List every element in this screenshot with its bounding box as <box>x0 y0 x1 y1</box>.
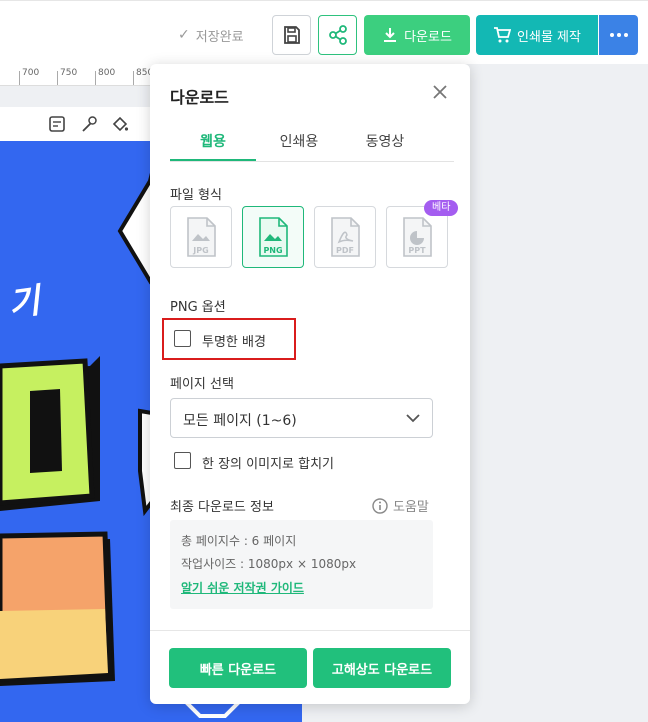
download-info-box: 총 페이지수 : 6 페이지 작업사이즈 : 1080px × 1080px 알… <box>170 520 433 609</box>
format-label: PNG <box>263 246 282 255</box>
help-link[interactable]: 도움말 <box>372 496 429 515</box>
download-icon <box>384 28 397 42</box>
text-box-icon[interactable] <box>48 115 66 133</box>
share-icon <box>328 25 347 45</box>
more-dots-icon <box>609 33 628 37</box>
tab-video[interactable]: 동영상 <box>342 122 428 161</box>
format-label: JPG <box>192 246 208 255</box>
transparent-bg-label[interactable]: 투명한 배경 <box>202 331 266 350</box>
cart-icon <box>494 27 512 43</box>
ruler-label: 700 <box>22 68 40 78</box>
page-select-label: 페이지 선택 <box>170 377 234 392</box>
download-button-label: 다운로드 <box>404 29 452 45</box>
ruler-tick <box>95 71 96 85</box>
save-button[interactable] <box>272 15 311 55</box>
horizontal-ruler: 700 750 800 850 <box>0 64 160 86</box>
print-order-label: 인쇄물 제작 <box>517 29 581 45</box>
chevron-down-icon <box>406 414 420 423</box>
tab-print[interactable]: 인쇄용 <box>256 122 342 161</box>
hq-download-button[interactable]: 고해상도 다운로드 <box>313 648 451 688</box>
print-order-button[interactable]: 인쇄물 제작 <box>476 15 598 55</box>
ruler-tick <box>133 71 134 85</box>
beta-badge: 베타 <box>424 200 459 216</box>
magic-wand-icon[interactable] <box>80 115 98 133</box>
format-png-option[interactable]: PNG <box>242 206 304 268</box>
transparent-bg-checkbox[interactable] <box>174 330 191 347</box>
ppt-file-icon: PPT <box>403 217 432 257</box>
canvas-text: 기 <box>5 280 43 325</box>
merge-pages-label[interactable]: 한 장의 이미지로 합치기 <box>202 453 334 472</box>
quick-download-button[interactable]: 빠른 다운로드 <box>169 648 307 688</box>
work-size-text: 작업사이즈 : 1080px × 1080px <box>181 557 357 571</box>
close-icon[interactable] <box>430 82 450 102</box>
png-options-label: PNG 옵션 <box>170 300 226 315</box>
jpg-file-icon: JPG <box>187 217 216 257</box>
page-select-dropdown[interactable]: 모든 페이지 (1~6) <box>170 398 433 438</box>
download-button[interactable]: 다운로드 <box>364 15 470 55</box>
format-jpg-option[interactable]: JPG <box>170 206 232 268</box>
pdf-file-icon: PDF <box>331 217 360 257</box>
divider <box>150 630 470 631</box>
share-button[interactable] <box>318 15 357 55</box>
save-status-label: 저장완료 <box>195 29 244 45</box>
info-icon <box>372 497 388 514</box>
page-select-value: 모든 페이지 (1~6) <box>183 413 297 429</box>
panel-title: 다운로드 <box>170 88 229 107</box>
paint-bucket-icon[interactable] <box>111 115 129 133</box>
ruler-label: 800 <box>98 68 116 78</box>
ruler-tick <box>19 71 20 85</box>
edit-toolbar <box>0 107 160 141</box>
final-info-label: 최종 다운로드 정보 <box>170 500 274 515</box>
format-label: PPT <box>408 246 426 255</box>
format-pdf-option[interactable]: PDF <box>314 206 376 268</box>
file-format-label: 파일 형식 <box>170 188 222 203</box>
floppy-disk-icon <box>283 26 300 44</box>
save-status: ✓ 저장완료 <box>178 25 244 45</box>
tab-web[interactable]: 웹용 <box>170 122 256 161</box>
copyright-guide-link[interactable]: 알기 쉬운 저작권 가이드 <box>181 579 304 596</box>
more-menu-button[interactable] <box>599 15 638 55</box>
format-label: PDF <box>336 246 354 255</box>
png-file-icon: PNG <box>259 217 288 257</box>
top-toolbar: ✓ 저장완료 다운로드 인쇄물 제작 <box>0 0 648 64</box>
tab-bar: 웹용 인쇄용 동영상 <box>170 122 454 162</box>
ruler-tick <box>57 71 58 85</box>
help-label: 도움말 <box>393 500 429 515</box>
ruler-label: 750 <box>60 68 78 78</box>
total-pages-text: 총 페이지수 : 6 페이지 <box>181 534 297 548</box>
merge-pages-checkbox[interactable] <box>174 452 191 469</box>
check-icon: ✓ <box>178 27 190 43</box>
download-panel: 다운로드 웹용 인쇄용 동영상 파일 형식 JPG PNG PDF PPT 베타… <box>150 64 470 704</box>
